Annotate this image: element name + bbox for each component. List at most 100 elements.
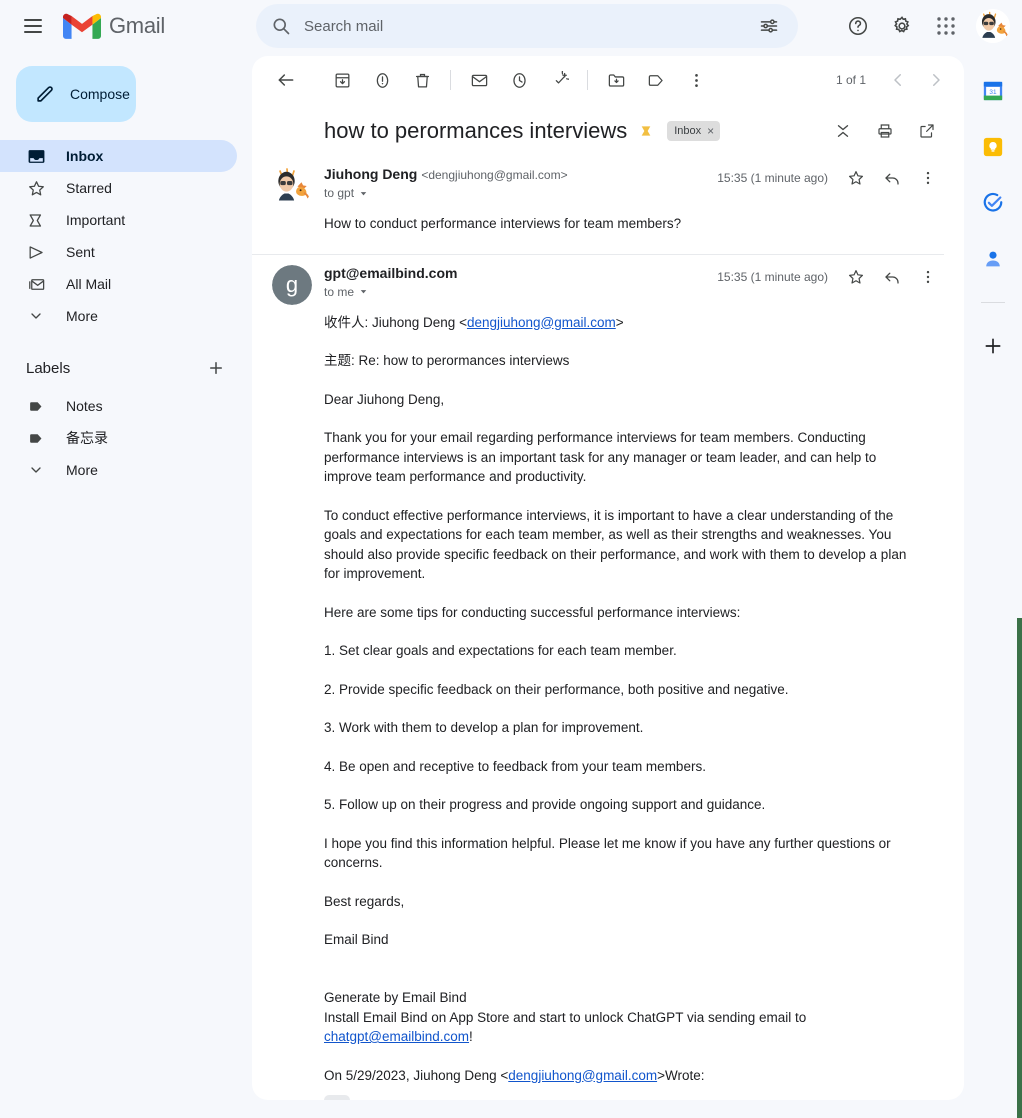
reply-arrow-icon[interactable] [876,162,908,194]
message-1: Jiuhong Deng <dengjiuhong@gmail.com> to … [252,156,964,255]
quoted-header-paragraph: On 5/29/2023, Jiuhong Deng <dengjiuhong@… [324,1066,924,1086]
sidebar-item-more[interactable]: More [0,300,237,332]
message-list-item: 5. Follow up on their progress and provi… [324,797,766,812]
add-to-tasks-icon[interactable] [539,60,579,100]
search-input[interactable] [300,17,750,35]
message-paragraph: Thank you for your email regarding perfo… [324,430,877,484]
labels-section-header: Labels [0,348,250,388]
message-sender-block: Jiuhong Deng <dengjiuhong@gmail.com> to … [252,166,944,200]
compose-label: Compose [70,86,130,102]
close-icon[interactable]: × [707,124,714,138]
main-menu-button[interactable] [13,6,53,46]
gear-icon[interactable] [882,6,922,46]
top-app-bar: Gmail [0,0,1022,52]
message-paragraph: I hope you find this information helpful… [324,835,891,871]
sidebar-item-starred[interactable]: Starred [0,172,237,204]
print-icon[interactable] [868,114,902,148]
trash-icon[interactable] [402,60,442,100]
sidebar-item-label: All Mail [66,276,112,292]
sidebar-label-notes[interactable]: Notes [0,390,237,422]
reply-arrow-icon[interactable] [876,261,908,293]
expand-quoted-dots[interactable] [324,1095,350,1100]
rail-divider [981,302,1005,303]
collapse-all-icon[interactable] [826,114,860,148]
avatar-initial: g [272,264,312,305]
pencil-icon [37,86,53,102]
hamburger-icon [24,31,42,33]
chevron-down-icon [360,290,367,294]
apps-grid-icon[interactable] [926,6,966,46]
label-chip-inbox[interactable]: Inbox × [667,121,721,141]
star-icon[interactable] [840,261,872,293]
google-contacts-icon[interactable] [976,242,1010,276]
sidebar-item-label: Sent [66,244,95,260]
sidebar-label-beiwanglu[interactable]: 备忘录 [0,422,237,454]
email-link[interactable]: chatgpt@emailbind.com [324,1029,469,1044]
sidebar-labels-more[interactable]: More [0,454,237,486]
sidebar-item-label: Important [66,212,126,228]
pager-count: 1 of 1 [835,73,866,87]
sender-avatar-letter: g [272,264,312,305]
compose-button[interactable]: Compose [16,66,136,122]
mark-unread-icon[interactable] [459,60,499,100]
recipient-text: to me [324,284,355,299]
snooze-clock-icon[interactable] [499,60,539,100]
move-to-folder-icon[interactable] [596,60,636,100]
message-promo-paragraph: Generate by Email Bind Install Email Bin… [324,969,924,1047]
email-link[interactable]: dengjiuhong@gmail.com [467,315,616,330]
sender-name: Jiuhong Deng [324,166,418,182]
search-bar[interactable] [256,4,798,48]
back-arrow-icon[interactable] [266,60,306,100]
email-link[interactable]: dengjiuhong@gmail.com [508,1068,657,1083]
account-avatar[interactable] [976,9,1010,43]
brand-name: Gmail [109,13,165,38]
right-edge-accent-strip [1017,618,1022,1118]
text-suffix: > [615,314,624,330]
sidebar-item-sent[interactable]: Sent [0,236,237,268]
labels-list: Notes 备忘录 More [0,390,250,486]
sidebar-item-label: Inbox [66,148,104,164]
text-prefix: Generate by Email Bind Install Email Bin… [324,990,807,1025]
more-vertical-icon[interactable] [912,162,944,194]
sidebar-item-inbox[interactable]: Inbox [0,140,237,172]
sidebar-item-all-mail[interactable]: All Mail [0,268,237,300]
message-paragraph: 主题: Re: how to perormances interviews [324,353,570,368]
gmail-logo-link[interactable]: Gmail [63,12,165,41]
chevron-down-icon [26,306,46,326]
more-vertical-icon[interactable] [912,261,944,293]
google-tasks-icon[interactable] [976,186,1010,220]
sender-name: gpt@emailbind.com [324,264,458,281]
search-icon[interactable] [262,7,300,45]
open-in-new-icon[interactable] [910,114,944,148]
google-calendar-icon[interactable]: 31 [976,74,1010,108]
chevron-right-icon[interactable] [918,62,954,98]
search-options-button[interactable] [750,7,788,45]
sidebar-item-important[interactable]: Important [0,204,237,236]
star-icon [26,178,46,198]
archive-icon[interactable] [322,60,362,100]
more-vertical-icon[interactable] [676,60,716,100]
sidebar-item-label: Starred [66,180,112,196]
message-paragraph: To conduct effective performance intervi… [324,507,907,582]
message-actions: 15:35 (1 minute ago) [717,162,944,194]
important-marker-icon[interactable] [639,123,655,139]
sidebar-label-text: Notes [66,398,103,414]
add-addon-icon[interactable] [976,329,1010,363]
message-paragraph: Email Bind [324,932,389,947]
star-icon[interactable] [840,162,872,194]
create-label-plus-icon[interactable] [204,356,228,380]
message-list-item: 2. Provide specific feedback on their pe… [324,681,789,697]
message-sender-block: gpt@emailbind.com to me 15:35 (1 minute … [252,265,944,299]
message-list-item: 3. Work with them to develop a plan for … [324,720,644,735]
google-keep-icon[interactable] [976,130,1010,164]
label-tag-icon[interactable] [636,60,676,100]
message-paragraph: How to conduct performance interviews fo… [324,216,682,231]
sidebar-item-label: More [66,308,98,324]
text-prefix: 收件人: Jiuhong Deng < [324,314,467,330]
message-2: g gpt@emailbind.com to me 15:35 (1 minut… [252,255,964,1100]
inbox-icon [26,146,46,166]
thread-subject-actions [826,114,944,148]
report-spam-icon[interactable] [362,60,402,100]
help-icon[interactable] [838,6,878,46]
chevron-left-icon[interactable] [880,62,916,98]
